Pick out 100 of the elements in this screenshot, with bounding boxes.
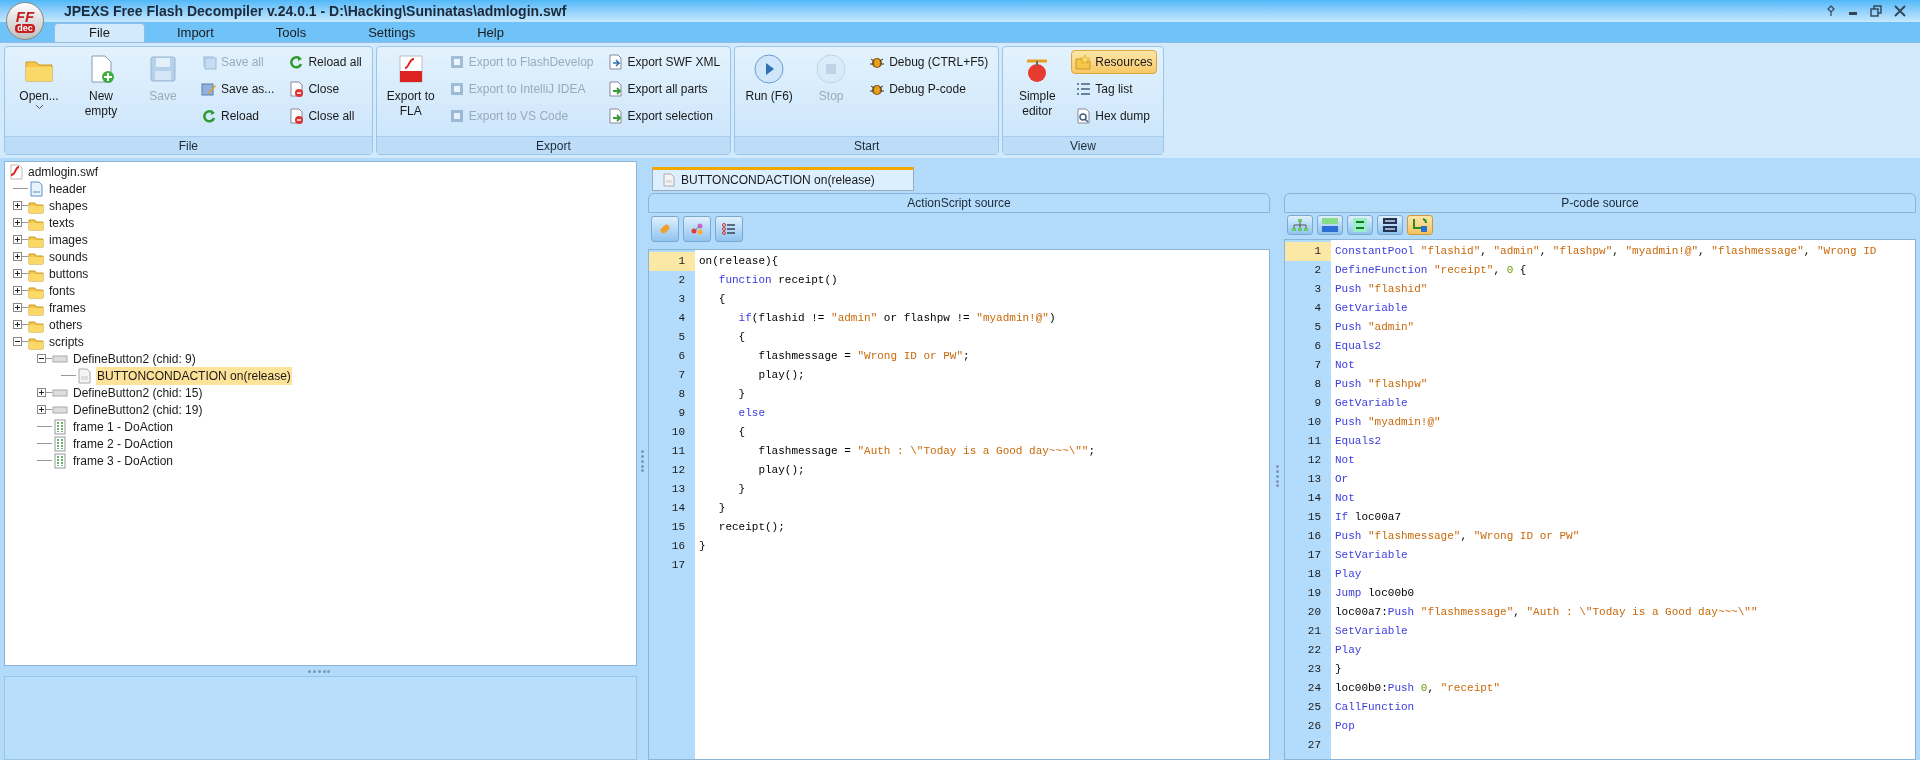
code-line: play(); <box>757 463 806 478</box>
group-label: Start <box>735 136 999 154</box>
ribbon-tab[interactable]: Help <box>447 23 534 42</box>
toolbar-button[interactable] <box>1347 215 1373 235</box>
tree-item[interactable]: images <box>48 230 89 249</box>
hierarchy-icon <box>1291 216 1309 234</box>
tree-item[interactable]: DefineButton2 (chid: 9) <box>72 349 197 368</box>
ribbon-tab[interactable]: Tools <box>245 23 337 42</box>
pin-icon[interactable] <box>1826 5 1836 17</box>
ribbon-button[interactable]: Close all <box>284 104 366 128</box>
line-number: 22 <box>1306 643 1322 658</box>
splitter-handle-icon[interactable] <box>641 449 644 472</box>
expander-icon[interactable] <box>37 388 46 397</box>
ribbon-tab[interactable]: Import <box>146 23 244 42</box>
code-line: Push "flashmessage", "Wrong ID or PW" <box>1335 529 1581 544</box>
tree-item[interactable]: others <box>48 315 84 334</box>
tree-item[interactable]: DefineButton2 (chid: 15) <box>72 383 204 402</box>
expander-icon[interactable] <box>13 235 22 244</box>
code-line: Push "flashid" <box>1335 282 1429 297</box>
tree-item[interactable]: fonts <box>48 281 76 300</box>
code-line: loc00a7:Push "flashmessage", "Auth : \"Today is a Good day~~~\"" <box>1335 605 1759 620</box>
frame-icon <box>52 452 68 469</box>
ribbon-button[interactable]: Export selection <box>603 104 725 128</box>
restore-icon[interactable] <box>1870 5 1882 17</box>
expander-icon[interactable] <box>13 286 22 295</box>
panel-header: P-code source <box>1284 193 1916 213</box>
ribbon-button[interactable]: Export SWF XML <box>603 50 725 74</box>
tree-item[interactable]: scripts <box>48 332 85 351</box>
ribbon-button[interactable]: Reload all <box>284 50 366 74</box>
tree-item[interactable]: sounds <box>48 247 89 266</box>
toolbar-button[interactable] <box>715 216 743 242</box>
line-number: 10 <box>1306 415 1322 430</box>
expander-icon[interactable] <box>13 252 22 261</box>
ribbon-button[interactable]: Reload <box>197 104 279 128</box>
line-number: 11 <box>1306 434 1322 449</box>
ribbon-button[interactable]: Resources <box>1071 50 1157 74</box>
code-line: Play <box>1335 643 1363 658</box>
code-line: Equals2 <box>1335 339 1383 354</box>
ribbon-button[interactable]: Debug P-code <box>865 77 993 101</box>
splitter-handle-icon[interactable] <box>307 669 330 673</box>
line-number: 17 <box>670 558 686 573</box>
panel-header: ActionScript source <box>648 193 1270 213</box>
expander-icon[interactable] <box>13 201 22 210</box>
tree-item[interactable]: frame 1 - DoAction <box>72 417 175 436</box>
folder-star-icon <box>1075 54 1092 70</box>
tree-item[interactable]: buttons <box>48 264 90 283</box>
ribbon-button[interactable]: Debug (CTRL+F5) <box>865 50 993 74</box>
line-number: 8 <box>677 387 686 402</box>
expander-icon[interactable] <box>13 337 22 346</box>
expander-icon[interactable] <box>37 354 46 363</box>
tree-item[interactable]: frame 3 - DoAction <box>72 451 175 470</box>
expander-icon[interactable] <box>37 405 46 414</box>
stop-icon <box>815 53 848 85</box>
tree-item[interactable]: DefineButton2 (chid: 19) <box>72 400 204 419</box>
line-number: 9 <box>1313 396 1322 411</box>
code-line: if(flashid != "admin" or flashpw != "myadmin!@") <box>737 311 1057 326</box>
code-line: Not <box>1335 358 1356 373</box>
line-number: 13 <box>670 482 686 497</box>
tree-item[interactable]: BUTTONCONDACTION on(release) <box>96 366 292 385</box>
ribbon-button[interactable]: Run (F6) <box>741 50 798 104</box>
ribbon-tab[interactable]: Settings <box>338 23 446 42</box>
line-number: 5 <box>677 330 686 345</box>
expander-icon[interactable] <box>13 269 22 278</box>
ribbon-button[interactable]: Save as... <box>197 77 279 101</box>
group-label: Export <box>376 136 731 154</box>
tree-item[interactable]: header <box>48 179 88 198</box>
ribbon-button[interactable]: Export to FLA <box>382 50 439 119</box>
play-icon <box>753 53 786 85</box>
code-line: } <box>737 482 747 497</box>
expander-icon[interactable] <box>13 320 22 329</box>
line-number: 17 <box>1306 548 1322 563</box>
ribbon-button[interactable]: Simple editor <box>1009 50 1066 119</box>
ribbon-button[interactable]: Export all parts <box>603 77 725 101</box>
ribbon-button[interactable]: Open... <box>11 50 67 110</box>
toolbar-button[interactable] <box>1377 215 1403 235</box>
line-number: 2 <box>677 273 686 288</box>
line-number: 12 <box>670 463 686 478</box>
editor-tab[interactable]: BUTTONCONDACTION on(release) <box>652 167 914 191</box>
tree-item[interactable]: frame 2 - DoAction <box>72 434 175 453</box>
tree-item[interactable]: admlogin.swf <box>27 162 100 181</box>
tree-item[interactable]: texts <box>48 213 76 232</box>
tree-item[interactable]: frames <box>48 298 87 317</box>
ribbon-button[interactable]: Tag list <box>1071 77 1157 101</box>
code-line: } <box>717 501 727 516</box>
close-icon[interactable] <box>1894 5 1906 17</box>
ribbon-button[interactable]: Hex dump <box>1071 104 1157 128</box>
tree-item[interactable]: shapes <box>48 196 89 215</box>
line-number: 23 <box>1306 662 1322 677</box>
line-number: 25 <box>1306 700 1322 715</box>
line-number: 21 <box>1306 624 1322 639</box>
expander-icon[interactable] <box>13 218 22 227</box>
ribbon-tab[interactable]: File <box>54 23 145 42</box>
line-number: 7 <box>1313 358 1322 373</box>
ribbon-button[interactable]: New empty <box>73 50 129 119</box>
ribbon-button[interactable]: Close <box>284 77 366 101</box>
line-number: 26 <box>1306 719 1322 734</box>
splitter-handle-icon[interactable] <box>1275 464 1279 487</box>
script-icon <box>663 173 675 187</box>
code-line: loc00b0:Push 0, "receipt" <box>1335 681 1502 696</box>
expander-icon[interactable] <box>13 303 22 312</box>
